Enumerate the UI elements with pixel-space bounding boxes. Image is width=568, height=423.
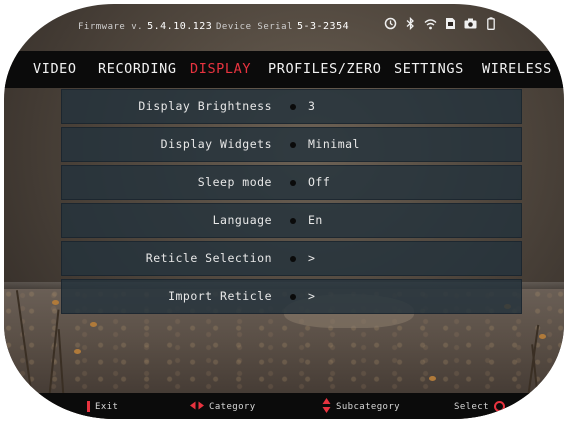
scope-viewport: Firmware v. 5.4.10.123 Device Serial 5-3-2… xyxy=(4,4,564,419)
scene-flower xyxy=(90,322,97,327)
tab-settings[interactable]: SETTINGS xyxy=(394,61,464,77)
exit-button-icon xyxy=(87,401,90,412)
menu-item-value: Off xyxy=(308,175,331,189)
menu-item-label: Language xyxy=(212,213,272,227)
hint-select-label: Select xyxy=(454,401,489,412)
scene-flower xyxy=(539,334,546,339)
status-icons xyxy=(384,17,497,30)
hint-select[interactable]: Select xyxy=(454,401,505,412)
up-down-arrows-icon xyxy=(322,398,331,416)
firmware-label: Firmware v. xyxy=(78,22,144,32)
menu-item-label: Display Brightness xyxy=(138,99,272,113)
menu-item-label: Display Widgets xyxy=(160,137,272,151)
hint-exit-label: Exit xyxy=(95,401,119,412)
serial-label: Device Serial xyxy=(216,22,293,32)
wifi-icon xyxy=(424,17,437,30)
menu-item-display-brightness[interactable]: Display Brightness 3 xyxy=(61,89,522,124)
hint-subcategory-label: Subcategory xyxy=(336,402,401,412)
hint-category[interactable]: Category xyxy=(190,401,256,413)
menu-item-value: > xyxy=(308,289,316,303)
menu-item-import-reticle[interactable]: Import Reticle > xyxy=(61,279,522,314)
bluetooth-icon xyxy=(404,17,417,30)
scene-flower xyxy=(74,349,81,354)
tab-profiles-zero[interactable]: PROFILES/ZERO xyxy=(268,61,381,77)
timer-icon xyxy=(384,17,397,30)
control-hints-bar: Exit Category Subcategory Select xyxy=(4,393,564,419)
bullet-icon xyxy=(290,104,296,110)
menu-item-value: > xyxy=(308,251,316,265)
tab-recording[interactable]: RECORDING xyxy=(98,61,177,77)
menu-item-label: Import Reticle xyxy=(168,289,272,303)
bullet-icon xyxy=(290,218,296,224)
menu-item-reticle-selection[interactable]: Reticle Selection > xyxy=(61,241,522,276)
bullet-icon xyxy=(290,294,296,300)
serial-value: 5-3-2354 xyxy=(296,21,350,32)
scene-flower xyxy=(429,376,436,381)
bullet-icon xyxy=(290,142,296,148)
select-button-icon xyxy=(493,401,505,412)
hint-category-label: Category xyxy=(209,402,256,412)
sd-card-icon xyxy=(444,17,457,30)
menu-item-value: En xyxy=(308,213,323,227)
bullet-icon xyxy=(290,256,296,262)
battery-icon xyxy=(484,17,497,30)
firmware-info: Firmware v. 5.4.10.123 xyxy=(78,21,212,32)
menu-item-label: Sleep mode xyxy=(197,175,272,189)
category-tabs: VIDEO RECORDING DISPLAY PROFILES/ZERO SE… xyxy=(4,51,564,88)
firmware-value: 5.4.10.123 xyxy=(147,21,213,32)
scene-flower xyxy=(52,300,59,305)
display-settings-list: Display Brightness 3 Display Widgets Min… xyxy=(61,89,522,317)
menu-item-value: Minimal xyxy=(308,137,360,151)
hint-exit[interactable]: Exit xyxy=(87,401,118,412)
menu-item-display-widgets[interactable]: Display Widgets Minimal xyxy=(61,127,522,162)
bullet-icon xyxy=(290,180,296,186)
tab-display[interactable]: DISPLAY xyxy=(190,61,251,77)
device-serial-info: Device Serial 5-3-2354 xyxy=(216,21,349,32)
menu-item-value: 3 xyxy=(308,99,316,113)
camera-icon xyxy=(464,17,477,30)
tab-wireless[interactable]: WIRELESS xyxy=(482,61,552,77)
menu-item-language[interactable]: Language En xyxy=(61,203,522,238)
left-right-arrows-icon xyxy=(190,401,204,413)
menu-item-label: Reticle Selection xyxy=(145,251,272,265)
hint-subcategory[interactable]: Subcategory xyxy=(322,398,400,416)
menu-item-sleep-mode[interactable]: Sleep mode Off xyxy=(61,165,522,200)
tab-video[interactable]: VIDEO xyxy=(33,61,77,77)
status-bar: Firmware v. 5.4.10.123 Device Serial 5-3-2… xyxy=(4,4,564,42)
